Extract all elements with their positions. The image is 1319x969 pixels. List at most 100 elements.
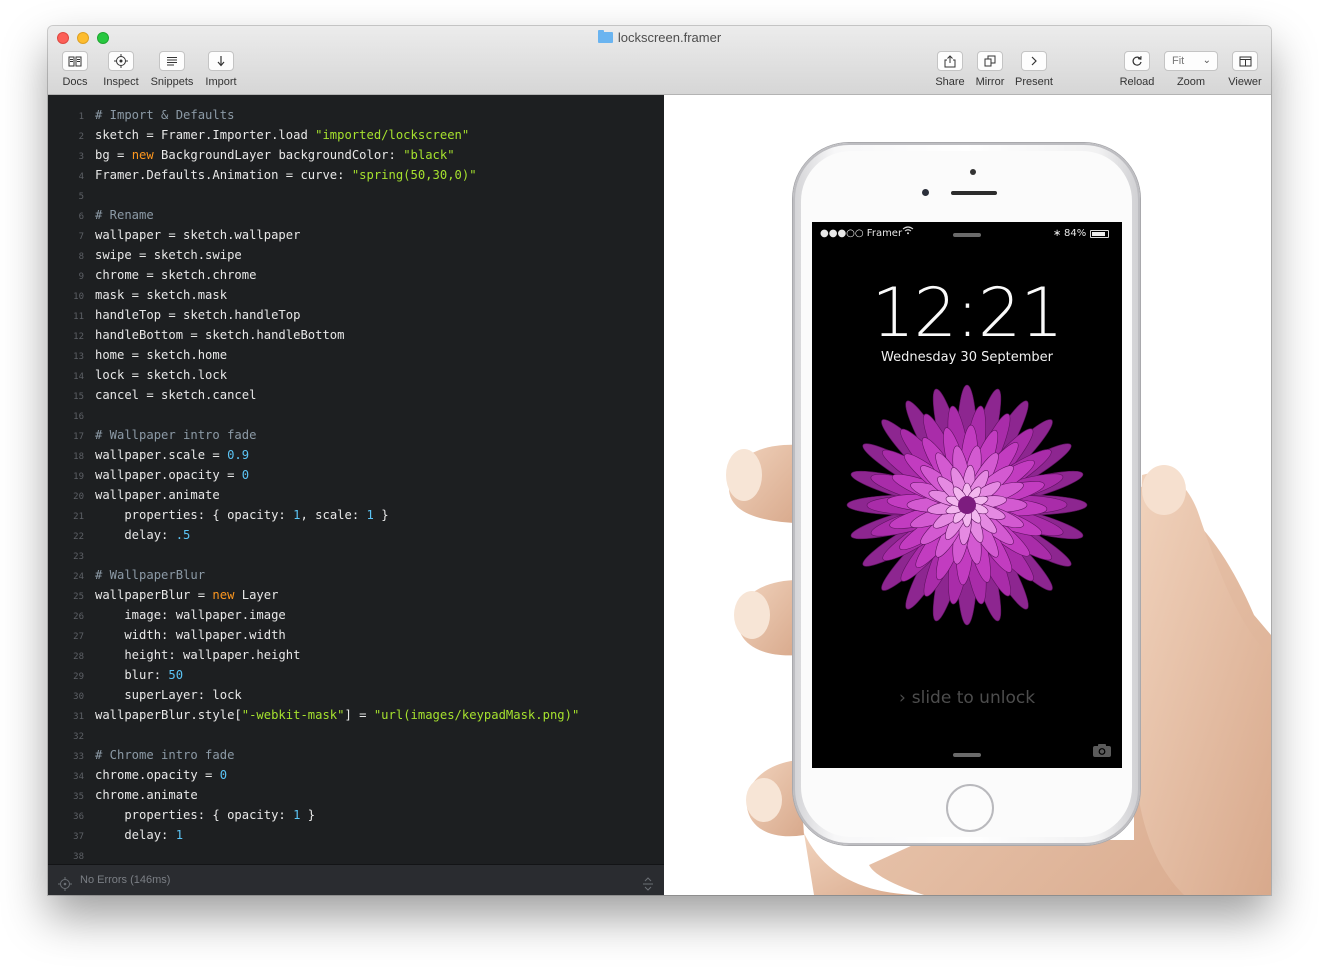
code-token: 50 (168, 668, 184, 682)
code-line[interactable]: 1 # Import & Defaults (48, 105, 664, 125)
chevron-down-icon: ⌄ (1202, 55, 1211, 66)
lockscreen[interactable]: ●●●○○ Framer ∗ 84% 12:21 Wednesday 30 Se… (812, 222, 1122, 768)
code-line[interactable]: 12 handleBottom = sketch.handleBottom (48, 325, 664, 345)
code-token: properties: { opacity: (95, 808, 294, 822)
code-token: Layer (234, 588, 279, 602)
line-number: 21 (73, 512, 84, 522)
code-line[interactable]: 17 # Wallpaper intro fade (48, 425, 664, 445)
snippets-button[interactable]: Snippets (148, 51, 196, 88)
lock-date: Wednesday 30 September (881, 350, 1053, 365)
line-number: 18 (73, 452, 84, 462)
code-line[interactable]: 38 (48, 845, 664, 865)
code-token: chrome.animate (95, 788, 198, 802)
code-token: # Chrome intro fade (95, 748, 235, 762)
code-token: "black" (403, 148, 455, 162)
code-line[interactable]: 37 delay: 1 (48, 825, 664, 845)
code-token: # Import & Defaults (95, 108, 235, 122)
code-line[interactable]: 2 sketch = Framer.Importer.load "imported… (48, 125, 664, 145)
code-token: home = sketch.home (95, 348, 228, 362)
code-token: "url(images/keypadMask.png)" (373, 708, 580, 722)
line-number: 2 (78, 132, 84, 142)
code-line[interactable]: 29 blur: 50 (48, 665, 664, 685)
code-token: wallpaperBlur = (95, 588, 213, 602)
code-line[interactable]: 28 height: wallpaper.height (48, 645, 664, 665)
code-editor[interactable]: 1 # Import & Defaults 2 sketch = Framer.Imp… (48, 95, 664, 895)
code-line[interactable]: 18 wallpaper.scale = 0.9 (48, 445, 664, 465)
code-token: new (131, 148, 154, 162)
mirror-button[interactable]: Mirror (971, 51, 1009, 88)
viewer-label: Viewer (1228, 76, 1262, 88)
code-line[interactable]: 20 wallpaper.animate (48, 485, 664, 505)
chevron-right-icon (1021, 51, 1047, 71)
home-button[interactable] (946, 784, 994, 832)
split-handle-icon[interactable] (642, 873, 654, 895)
code-line[interactable]: 13 home = sketch.home (48, 345, 664, 365)
line-number: 9 (78, 272, 84, 282)
viewer-button[interactable]: Viewer (1225, 51, 1265, 88)
zoom-select[interactable]: Fit ⌄ (1164, 51, 1218, 71)
code-line[interactable]: 4 Framer.Defaults.Animation = curve: "spr… (48, 165, 664, 185)
code-line[interactable]: 32 (48, 725, 664, 745)
code-lines[interactable]: 1 # Import & Defaults 2 sketch = Framer.Imp… (48, 105, 664, 865)
reload-button[interactable]: Reload (1117, 51, 1157, 88)
status-text: No Errors (146ms) (80, 874, 171, 886)
line-number: 37 (73, 832, 84, 842)
code-line[interactable]: 15 cancel = sketch.cancel (48, 385, 664, 405)
code-line[interactable]: 31 wallpaperBlur.style["-webkit-mask"] = … (48, 705, 664, 725)
code-token: sketch = Framer.Importer.load (95, 128, 316, 142)
code-token: new (212, 588, 235, 602)
code-token: cancel = sketch.cancel (95, 388, 257, 402)
earpiece-speaker (951, 191, 997, 195)
code-line[interactable]: 25 wallpaperBlur = new Layer (48, 585, 664, 605)
slide-to-unlock[interactable]: › slide to unlock (812, 688, 1122, 708)
code-token: height: wallpaper.height (95, 648, 301, 662)
code-token: properties: { opacity: (95, 508, 294, 522)
code-line[interactable]: 22 delay: .5 (48, 525, 664, 545)
code-token: delay: (95, 528, 176, 542)
code-token: BackgroundLayer backgroundColor: (153, 148, 404, 162)
code-line[interactable]: 6 # Rename (48, 205, 664, 225)
code-line[interactable]: 5 (48, 185, 664, 205)
code-token: width: wallpaper.width (95, 628, 286, 642)
code-line[interactable]: 33 # Chrome intro fade (48, 745, 664, 765)
code-line[interactable]: 21 properties: { opacity: 1, scale: 1 } (48, 505, 664, 525)
code-line[interactable]: 11 handleTop = sketch.handleTop (48, 305, 664, 325)
code-line[interactable]: 8 swipe = sketch.swipe (48, 245, 664, 265)
line-number: 32 (73, 732, 84, 742)
code-line[interactable]: 19 wallpaper.opacity = 0 (48, 465, 664, 485)
bottom-handle[interactable] (953, 753, 981, 757)
front-camera (970, 169, 976, 175)
framer-window: lockscreen.framer Docs Inspect Snippets (48, 26, 1271, 895)
line-number: 30 (73, 692, 84, 702)
docs-button[interactable]: Docs (60, 51, 90, 88)
share-button[interactable]: Share (932, 51, 968, 88)
code-line[interactable]: 30 superLayer: lock (48, 685, 664, 705)
code-token: # Wallpaper intro fade (95, 428, 257, 442)
chevron-right-icon: › (898, 688, 906, 708)
code-token: .5 (175, 528, 191, 542)
import-button[interactable]: Import (202, 51, 240, 88)
code-line[interactable]: 14 lock = sketch.lock (48, 365, 664, 385)
line-number: 34 (73, 772, 84, 782)
code-line[interactable]: 35 chrome.animate (48, 785, 664, 805)
code-line[interactable]: 26 image: wallpaper.image (48, 605, 664, 625)
code-token: "-webkit-mask" (241, 708, 345, 722)
code-line[interactable]: 3 bg = new BackgroundLayer backgroundColo… (48, 145, 664, 165)
code-line[interactable]: 27 width: wallpaper.width (48, 625, 664, 645)
code-line[interactable]: 10 mask = sketch.mask (48, 285, 664, 305)
code-line[interactable]: 7 wallpaper = sketch.wallpaper (48, 225, 664, 245)
zoom-control[interactable]: Fit ⌄ Zoom (1163, 51, 1219, 88)
line-number: 4 (78, 172, 84, 182)
top-handle[interactable] (953, 233, 981, 237)
code-line[interactable]: 9 chrome = sketch.chrome (48, 265, 664, 285)
battery-icon (1090, 230, 1109, 238)
code-line[interactable]: 34 chrome.opacity = 0 (48, 765, 664, 785)
code-line[interactable]: 24 # WallpaperBlur (48, 565, 664, 585)
code-line[interactable]: 36 properties: { opacity: 1 } (48, 805, 664, 825)
camera-icon[interactable] (1092, 743, 1112, 762)
inspect-button[interactable]: Inspect (101, 51, 141, 88)
present-button[interactable]: Present (1012, 51, 1056, 88)
code-line[interactable]: 16 (48, 405, 664, 425)
code-line[interactable]: 23 (48, 545, 664, 565)
code-token: wallpaper.opacity = (95, 468, 242, 482)
